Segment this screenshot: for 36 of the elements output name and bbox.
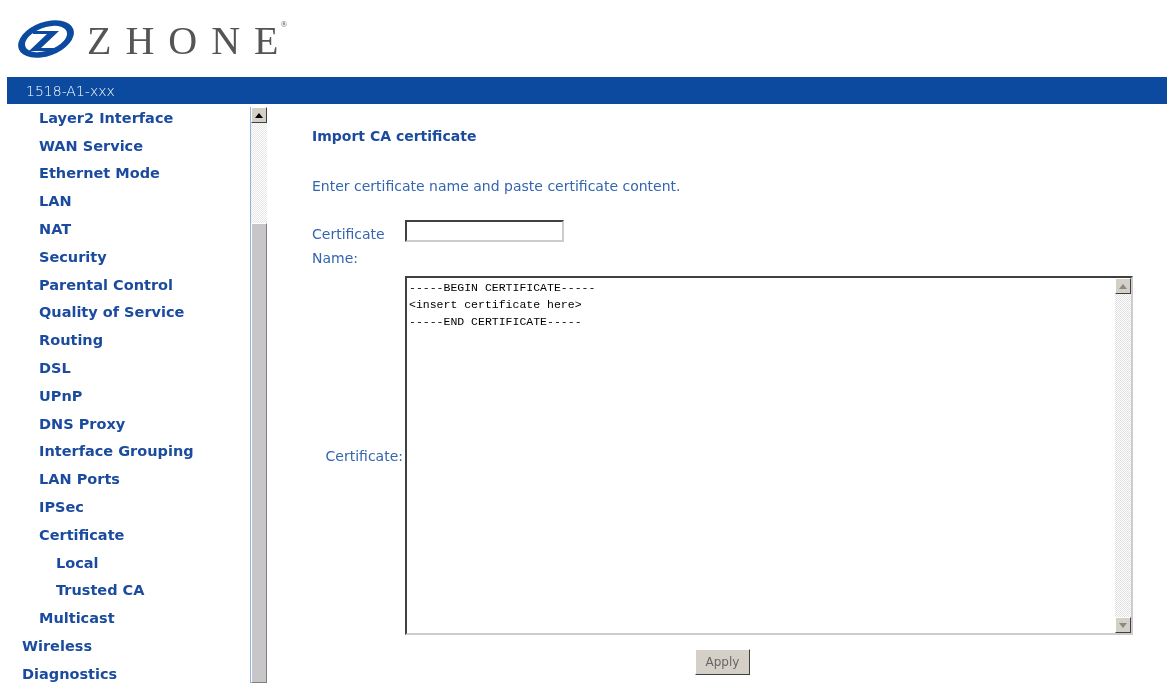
certificate-text-area[interactable]: -----BEGIN CERTIFICATE----- <insert certificate here> -----END CERTIFICATE----- bbox=[405, 276, 1133, 635]
sidebar-item[interactable]: Interface Grouping bbox=[0, 437, 250, 466]
sidebar-item[interactable]: Local bbox=[0, 548, 250, 577]
scroll-up-icon bbox=[255, 112, 263, 118]
sidebar-item[interactable]: Ethernet Mode bbox=[0, 159, 250, 188]
header-bar: 1518-A1-xxx bbox=[7, 77, 1167, 104]
sidebar-item[interactable]: Routing bbox=[0, 326, 250, 355]
instruction-text: Enter certificate name and paste certificate content. bbox=[312, 178, 682, 194]
sidebar-item[interactable]: WAN Service bbox=[0, 131, 250, 160]
sidebar-item[interactable]: Parental Control bbox=[0, 270, 250, 299]
scroll-down-icon bbox=[1119, 622, 1127, 628]
scroll-up-icon bbox=[1119, 283, 1127, 289]
text-area-scrollbar[interactable] bbox=[1115, 278, 1131, 633]
sidebar-item[interactable]: Trusted CA bbox=[0, 576, 250, 605]
apply-button[interactable]: Apply bbox=[694, 649, 751, 675]
sidebar-item[interactable]: DSL bbox=[0, 354, 250, 382]
scroll-thumb[interactable] bbox=[251, 223, 267, 683]
sidebar-item[interactable]: IPSec bbox=[0, 493, 250, 521]
field-label: Certificate Name: bbox=[312, 225, 386, 268]
sidebar-item[interactable]: Quality of Service bbox=[0, 298, 250, 327]
field-label: Certificate: bbox=[324, 447, 403, 464]
sidebar-item[interactable]: NAT bbox=[0, 215, 250, 243]
sidebar-item[interactable]: Certificate bbox=[0, 520, 250, 549]
sidebar-item[interactable]: Layer2 Interface bbox=[0, 104, 250, 132]
sidebar-item[interactable]: Diagnostics bbox=[0, 659, 250, 683]
sidebar-item[interactable]: Wireless bbox=[0, 632, 250, 660]
sidebar-item[interactable]: LAN bbox=[0, 187, 250, 216]
logo-text: ZHONE® bbox=[87, 17, 288, 64]
certificate-name-field[interactable] bbox=[405, 220, 564, 242]
sidebar-item[interactable]: DNS Proxy bbox=[0, 409, 250, 438]
page-title: Import CA certificate bbox=[312, 128, 478, 146]
sidebar-item[interactable]: Security bbox=[0, 243, 250, 271]
sidebar-scrollbar[interactable] bbox=[250, 107, 267, 683]
sidebar-item[interactable]: LAN Ports bbox=[0, 465, 250, 494]
sidebar-item[interactable]: UPnP bbox=[0, 381, 250, 410]
sidebar-item[interactable]: Multicast bbox=[0, 604, 250, 633]
